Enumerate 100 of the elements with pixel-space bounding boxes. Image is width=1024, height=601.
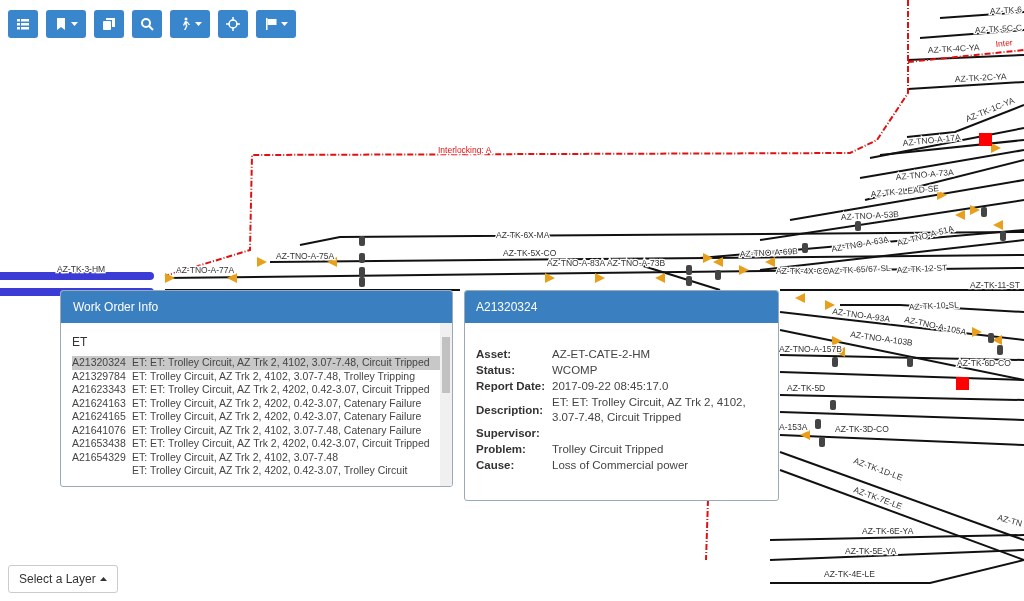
work-order-item[interactable]: A21654329 ET: Trolley Circuit, AZ Trk 2, 4102, 3.07-7.48 bbox=[72, 450, 440, 464]
caret-icon bbox=[99, 577, 107, 581]
signal-icon bbox=[832, 357, 838, 367]
panel-title: A21320324 bbox=[476, 299, 538, 316]
track-label: AZ-TK-5D bbox=[787, 383, 826, 393]
field-label: Status: bbox=[476, 363, 516, 378]
caret-icon bbox=[195, 22, 202, 26]
track-label: AZ-TNO-A-93A bbox=[831, 306, 891, 325]
track-label: AZ-TNO-A-73A bbox=[895, 166, 955, 182]
track-label: AZ-TK-5C-C bbox=[974, 22, 1023, 35]
toolbar-button[interactable] bbox=[170, 10, 210, 38]
work-order-item[interactable]: A21320324 ET: ET: Trolley Circuit, AZ Trk 2, 4102, 3.07-7.48, Circuit Tripped bbox=[72, 356, 440, 370]
work-order-item[interactable]: A21624165 ET: Trolley Circuit, AZ Trk 2, 4202, 0.42-3.07, Catenary Failure bbox=[72, 410, 440, 424]
work-order-item[interactable]: A21623343 ET: ET: Trolley Circuit, AZ Trk 2, 4202, 0.42-3.07, Circuit Tripped bbox=[72, 383, 440, 397]
direction-arrow-icon bbox=[595, 273, 605, 283]
signal-icon bbox=[907, 357, 913, 367]
layer-select-button[interactable]: Select a Layer bbox=[8, 565, 118, 593]
track-label: AZ-TK-65/67-SL bbox=[828, 262, 891, 276]
track-label: AZ-TNO-A-73B bbox=[607, 258, 666, 268]
track-label: AZ-TNO-A-75A bbox=[276, 251, 335, 261]
toolbar-button[interactable] bbox=[256, 10, 296, 38]
track-label: AZ-TK-2C-YA bbox=[954, 71, 1007, 84]
search-icon bbox=[140, 17, 154, 31]
zone-label: Inter bbox=[995, 37, 1014, 49]
track-label: AZ-TK-12-ST bbox=[896, 262, 948, 275]
signal-icon bbox=[855, 221, 861, 231]
direction-arrow-icon bbox=[545, 273, 555, 283]
signal-icon bbox=[1000, 231, 1006, 241]
track-label: AZ-TK-6E-YA bbox=[862, 526, 914, 536]
track-label: AZ-TNO-A-83A bbox=[547, 258, 606, 268]
direction-arrow-icon bbox=[795, 293, 805, 303]
zone-label: Interlocking: A bbox=[438, 145, 492, 155]
field-label: Report Date: bbox=[476, 379, 546, 394]
field-value: AZ-ET-CATE-2-HM bbox=[552, 347, 652, 362]
flag-icon bbox=[264, 17, 278, 31]
track-label: AZ-TK-6D-CO bbox=[957, 358, 1011, 368]
track-label: AZ-TK-6X-MA bbox=[496, 230, 550, 240]
direction-arrow-icon bbox=[991, 143, 1001, 153]
work-order-item[interactable]: A21641076 ET: Trolley Circuit, AZ Trk 2, 4102, 3.07-7.48, Catenary Failure bbox=[72, 423, 440, 437]
crosshair-icon bbox=[226, 17, 240, 31]
field-value: WCOMP bbox=[552, 363, 599, 378]
direction-arrow-icon bbox=[739, 265, 749, 275]
track-label: AZ-TK-2LEAD-SE bbox=[870, 183, 940, 199]
caret-icon bbox=[281, 22, 288, 26]
track-label: AZ-TNO-A-53B bbox=[840, 208, 900, 222]
toolbar-button[interactable] bbox=[132, 10, 162, 38]
field-label: Problem: bbox=[476, 442, 527, 457]
track-label: AZ-TK-4C-YA bbox=[927, 42, 980, 55]
direction-arrow-icon bbox=[765, 257, 775, 267]
direction-arrow-icon bbox=[257, 257, 267, 267]
direction-arrow-icon bbox=[800, 430, 810, 440]
track-label: AZ-TK-4E-LE bbox=[824, 569, 875, 579]
track-label: AZ-TK-6 bbox=[989, 4, 1023, 16]
direction-arrow-icon bbox=[327, 257, 337, 267]
caret-icon bbox=[71, 22, 78, 26]
track-label: AZ-TK-5X-CO bbox=[503, 248, 557, 258]
interlocking-boundary bbox=[705, 499, 709, 561]
track-label: AZ-TNO-A-157B bbox=[779, 344, 842, 354]
field-label: Supervisor: bbox=[476, 426, 541, 441]
field-value: 2017-09-22 08:45:17.0 bbox=[552, 379, 670, 394]
track-label: AZ-TNO-A-17A bbox=[902, 131, 961, 148]
alarm-marker bbox=[956, 377, 969, 390]
signal-icon bbox=[715, 270, 721, 280]
signal-icon bbox=[802, 243, 808, 253]
list-icon bbox=[16, 17, 30, 31]
toolbar-button[interactable] bbox=[8, 10, 38, 38]
alarm-marker bbox=[979, 133, 992, 146]
direction-arrow-icon bbox=[825, 300, 835, 310]
work-order-item[interactable]: ET: Trolley Circuit, AZ Trk 2, 4202, 0.42-3.07, Trolley Circuit bbox=[72, 464, 440, 478]
work-order-item[interactable]: A21329784 ET: Trolley Circuit, AZ Trk 2, 4102, 3.07-7.48, Trolley Tripping bbox=[72, 369, 440, 383]
panel-title: Work Order Info bbox=[73, 299, 159, 316]
scrollbar[interactable] bbox=[440, 323, 452, 486]
field-value: ET: ET: Trolley Circuit, AZ Trk 2, 4102, 3.07-7.48, Circuit Tripped bbox=[552, 395, 747, 425]
field-label: Description: bbox=[476, 402, 545, 418]
toolbar-button[interactable] bbox=[218, 10, 248, 38]
bookmark-icon bbox=[54, 17, 68, 31]
field-value: Loss of Commercial power bbox=[552, 458, 690, 473]
signal-icon bbox=[981, 207, 987, 217]
track-label: AZ-TK-4X-CO bbox=[776, 266, 830, 276]
direction-arrow-icon bbox=[993, 220, 1003, 230]
track-label: AZ-TK-3D-CO bbox=[835, 424, 889, 434]
filter-text: ET bbox=[72, 334, 89, 351]
track-label: AZ-TK-5E-YA bbox=[845, 546, 897, 556]
track-label: AZ-TNO-A-69B bbox=[739, 245, 799, 259]
copy-icon bbox=[102, 17, 116, 31]
toolbar-button[interactable] bbox=[94, 10, 124, 38]
toolbar-button[interactable] bbox=[46, 10, 86, 38]
work-order-item[interactable]: A21624163 ET: Trolley Circuit, AZ Trk 2, 4202, 0.42-3.07, Catenary Failure bbox=[72, 396, 440, 410]
direction-arrow-icon bbox=[227, 273, 237, 283]
field-value: Trolley Circuit Tripped bbox=[552, 442, 665, 457]
direction-arrow-icon bbox=[165, 273, 175, 283]
work-order-item[interactable]: A21653438 ET: ET: Trolley Circuit, AZ Trk 2, 4202, 0.42-3.07, Circuit Tripped bbox=[72, 437, 440, 451]
track-label: AZ-TN bbox=[996, 512, 1024, 529]
track-label: AZ-TK-3-HM bbox=[57, 264, 106, 274]
field-label: Cause: bbox=[476, 458, 516, 473]
track-label: A-153A bbox=[779, 422, 808, 432]
field-label: Asset: bbox=[476, 347, 513, 362]
direction-arrow-icon bbox=[655, 273, 665, 283]
track-label: AZ-TK-11-ST bbox=[970, 280, 1020, 290]
track-label: AZ-TK-10-SL bbox=[908, 299, 960, 312]
